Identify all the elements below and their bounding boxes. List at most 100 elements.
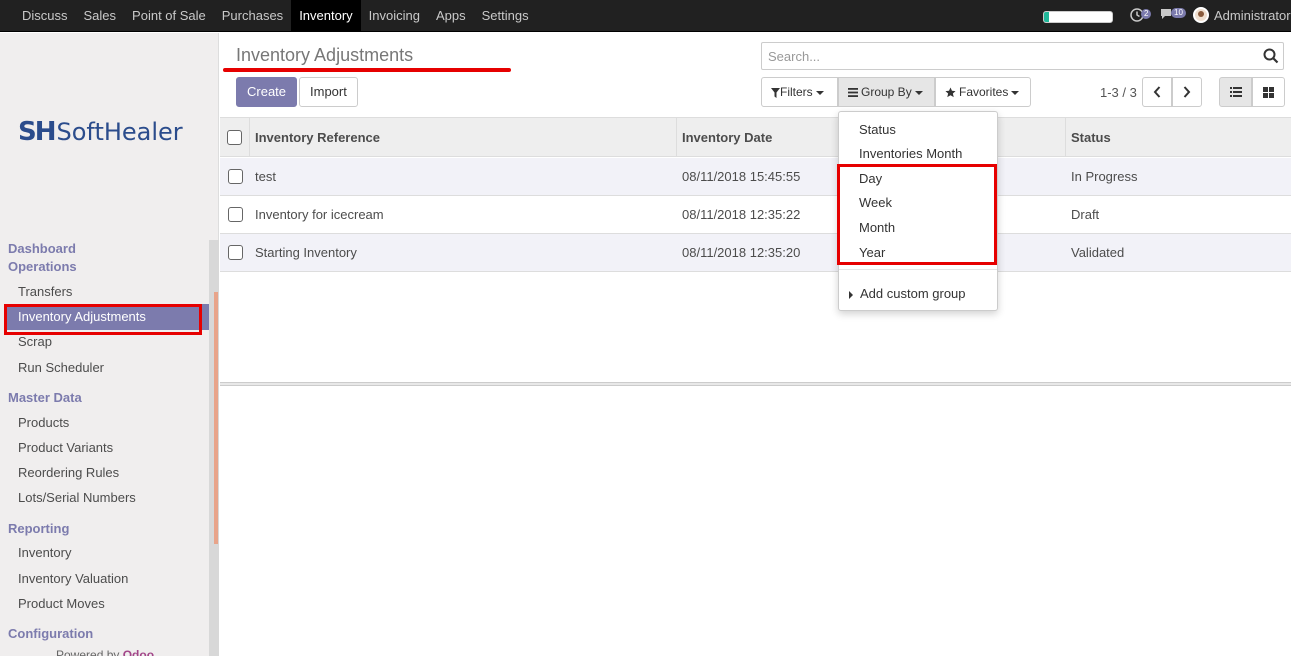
messages-badge: 10 <box>1171 8 1186 18</box>
groupby-option-inventories-month[interactable]: Inventories Month <box>859 146 962 161</box>
sidebar-item-lots-serial-numbers[interactable]: Lots/Serial Numbers <box>5 485 209 511</box>
sidebar-section-operations[interactable]: Operations <box>0 259 85 274</box>
cell-status: Validated <box>1071 245 1125 260</box>
dropdown-divider <box>839 269 997 270</box>
activity-button[interactable]: 2 <box>1130 8 1152 22</box>
menu-settings[interactable]: Settings <box>474 0 537 32</box>
pager-next-button[interactable] <box>1172 77 1202 107</box>
powered-by: Powered by Odoo <box>56 648 154 656</box>
create-button[interactable]: Create <box>236 77 298 107</box>
groupby-option-status[interactable]: Status <box>859 122 896 137</box>
avatar <box>1193 7 1209 23</box>
favorites-label: Favorites <box>959 85 1009 99</box>
menu-purchases[interactable]: Purchases <box>214 0 291 32</box>
menu-sales[interactable]: Sales <box>76 0 125 32</box>
search-icon[interactable] <box>1263 48 1279 64</box>
top-navbar: Discuss Sales Point of Sale Purchases In… <box>0 0 1291 32</box>
menu-discuss[interactable]: Discuss <box>14 0 76 32</box>
cell-date: 08/11/2018 12:35:20 <box>682 245 801 260</box>
sidebar-item-transfers[interactable]: Transfers <box>5 279 209 305</box>
user-name: Administrator <box>1214 7 1291 23</box>
column-header-status[interactable]: Status <box>1066 118 1291 156</box>
group-by-label: Group By <box>861 85 912 99</box>
main-content: Inventory Adjustments Create Import Filt… <box>220 33 1291 656</box>
sidebar-item-reordering-rules[interactable]: Reordering Rules <box>5 460 209 486</box>
title-underline-annotation <box>223 68 511 72</box>
powered-by-brand[interactable]: Odoo <box>123 648 154 656</box>
menu-point-of-sale[interactable]: Point of Sale <box>124 0 214 32</box>
pager-previous-button[interactable] <box>1142 77 1172 107</box>
messages-button[interactable]: 10 <box>1160 8 1186 20</box>
pager-value[interactable]: 1-3 / 3 <box>1100 85 1137 100</box>
row-checkbox[interactable] <box>227 169 243 184</box>
menu-invoicing[interactable]: Invoicing <box>361 0 428 32</box>
sidebar-item-inventory-report[interactable]: Inventory <box>5 540 209 566</box>
cell-status: In Progress <box>1071 169 1138 184</box>
search-input[interactable] <box>762 43 1252 69</box>
scrollbar-thumb[interactable] <box>214 292 218 544</box>
caret-right-icon <box>849 290 853 299</box>
list-view-button[interactable] <box>1219 77 1252 107</box>
activity-badge: 2 <box>1141 9 1152 19</box>
star-icon <box>945 87 956 98</box>
cell-reference: Inventory for icecream <box>255 207 384 222</box>
select-all-cell <box>220 118 250 156</box>
onboarding-progress-bar[interactable] <box>1043 11 1113 23</box>
sidebar-scrollbar[interactable] <box>209 240 219 656</box>
highlight-box-date-options <box>837 164 997 265</box>
row-checkbox[interactable] <box>227 207 243 222</box>
chevron-down-icon <box>914 90 923 95</box>
kanban-view-button[interactable] <box>1252 77 1285 107</box>
sidebar-item-products[interactable]: Products <box>5 410 209 436</box>
cell-status: Draft <box>1071 207 1100 222</box>
filters-label: Filters <box>780 85 813 99</box>
sidebar-section-configuration: Configuration <box>8 626 94 641</box>
table-row[interactable]: test 08/11/2018 15:45:55 In Progress <box>220 158 1291 196</box>
table-row[interactable]: Inventory for icecream 08/11/2018 12:35:… <box>220 196 1291 234</box>
favorites-button[interactable]: Favorites <box>935 77 1031 107</box>
sidebar-section-dashboard[interactable]: Dashboard <box>0 241 84 256</box>
sidebar-item-product-moves[interactable]: Product Moves <box>5 591 209 617</box>
chevron-right-icon <box>1183 86 1191 98</box>
table-row[interactable]: Starting Inventory 08/11/2018 12:35:20 V… <box>220 234 1291 272</box>
sidebar-item-product-variants[interactable]: Product Variants <box>5 435 209 461</box>
sidebar-section-master-data: Master Data <box>8 390 82 405</box>
group-by-button[interactable]: Group By <box>838 77 935 107</box>
import-button[interactable]: Import <box>299 77 358 107</box>
cell-date: 08/11/2018 12:35:22 <box>682 207 801 222</box>
list-icon <box>1229 87 1242 97</box>
bars-icon <box>848 88 858 98</box>
select-all-checkbox[interactable] <box>227 129 242 145</box>
sidebar-section-reporting: Reporting <box>8 521 70 536</box>
logo-wordmark: SoftHealer <box>56 118 183 146</box>
row-select-cell <box>220 234 250 271</box>
cell-reference: Starting Inventory <box>255 245 357 260</box>
row-checkbox[interactable] <box>227 245 243 260</box>
company-logo: SH SoftHealer <box>18 117 183 147</box>
table-header: Inventory Reference Inventory Date Statu… <box>220 117 1291 157</box>
add-custom-group-toggle[interactable]: Add custom group <box>849 286 966 301</box>
chevron-down-icon <box>1011 90 1020 95</box>
filter-icon <box>771 87 780 98</box>
app-menu: Discuss Sales Point of Sale Purchases In… <box>14 0 537 32</box>
sidebar-item-inventory-valuation[interactable]: Inventory Valuation <box>5 566 209 592</box>
search-box <box>761 42 1284 70</box>
sidebar: SH SoftHealer Dashboard Operations Trans… <box>0 33 219 656</box>
highlight-box-sidebar <box>4 304 202 335</box>
sidebar-item-run-scheduler[interactable]: Run Scheduler <box>5 355 209 381</box>
chevron-down-icon <box>815 90 824 95</box>
menu-apps[interactable]: Apps <box>428 0 474 32</box>
row-select-cell <box>220 158 250 195</box>
page-title: Inventory Adjustments <box>236 45 414 65</box>
filters-button[interactable]: Filters <box>761 77 838 107</box>
menu-inventory[interactable]: Inventory <box>291 0 361 32</box>
user-menu[interactable]: Administrator <box>1193 7 1291 23</box>
table-footer <box>220 382 1291 386</box>
add-custom-group-label: Add custom group <box>860 286 966 301</box>
cell-reference: test <box>255 169 276 184</box>
column-header-reference[interactable]: Inventory Reference <box>250 118 677 156</box>
cell-date: 08/11/2018 15:45:55 <box>682 169 801 184</box>
chevron-left-icon <box>1153 86 1161 98</box>
row-select-cell <box>220 196 250 233</box>
grid-icon <box>1263 86 1274 98</box>
